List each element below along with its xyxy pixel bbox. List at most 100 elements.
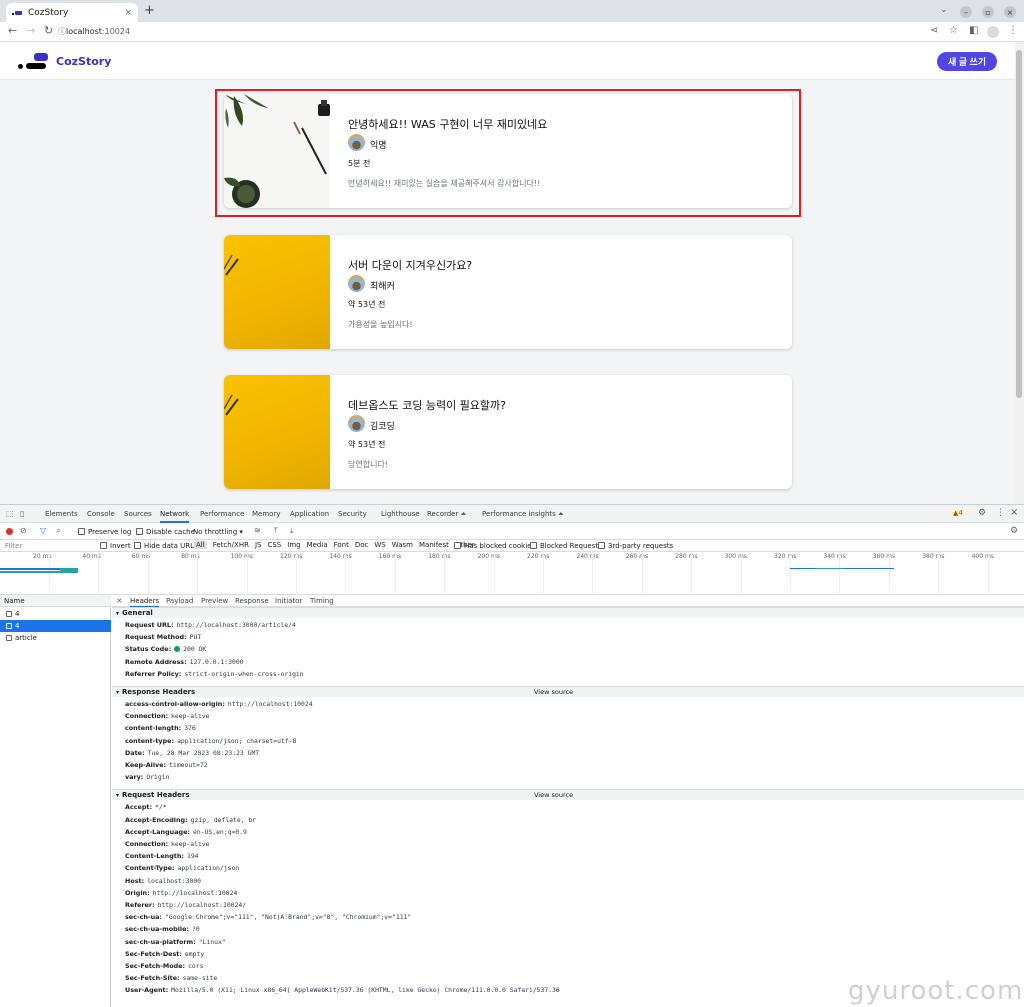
detail-tab-timing[interactable]: Timing [310,597,334,605]
timeline-tick-label: 380 ms [922,553,945,560]
devtools-tab-sources[interactable]: Sources [124,510,152,518]
header-row: Content-Type: application/json [125,864,239,872]
network-timeline[interactable]: 20 ms 40 ms 60 ms 80 ms 100 ms 120 ms 140 ms 16… [0,552,1024,595]
name-column-header[interactable]: Name [0,595,111,607]
devtools-tab-elements[interactable]: Elements [45,510,78,518]
record-icon[interactable] [6,528,13,535]
header-name: Accept: [125,803,153,812]
warning-badge[interactable]: ▲4 [950,509,966,517]
side-panel-icon[interactable]: ◧ [969,25,978,36]
filter-type-media[interactable]: Media [307,541,328,549]
tab-close-icon[interactable]: × [124,8,132,18]
window-restore-button[interactable]: ▫ [982,6,994,18]
header-name: sec-ch-ua-platform: [125,937,196,946]
third-party-checkbox[interactable]: 3rd-party requests [598,542,673,550]
disable-cache-checkbox[interactable]: Disable cache [136,528,195,536]
devtools-tab-memory[interactable]: Memory [252,510,280,518]
filter-type-wasm[interactable]: Wasm [392,541,413,549]
post-title[interactable]: 데브옵스도 코딩 능력이 필요할까? [348,397,506,413]
post-author: 최해커 [370,282,395,292]
post-card[interactable]: 서버 다운이 지겨우신가요? 최해커 약 53년 전 가용성을 높입시다! [224,235,792,349]
clear-icon[interactable]: ⊘ [20,526,27,535]
detail-close-icon[interactable]: × [116,596,123,605]
brand-name[interactable]: CozStory [56,55,111,68]
filter-type-font[interactable]: Font [334,541,349,549]
timeline-gridline [740,552,742,595]
site-info-icon[interactable]: ⓘ [58,26,66,37]
devtools-tab-network[interactable]: Network [160,510,190,523]
write-post-button[interactable]: 새 글 쓰기 [937,52,997,71]
view-source-link[interactable]: View source [534,688,573,696]
filter-input[interactable]: Filter [5,542,22,550]
tab-search-icon[interactable]: ⌄ [940,5,948,15]
filter-type-img[interactable]: Img [287,541,300,549]
filter-type-ws[interactable]: WS [374,541,385,549]
page-scrollbar-thumb[interactable] [1016,50,1022,398]
window-close-button[interactable]: × [1004,6,1016,18]
back-icon[interactable]: ← [8,24,17,37]
logo-icon[interactable] [18,51,50,71]
post-card[interactable]: 데브옵스도 코딩 능력이 필요할까? 김코딩 약 53년 전 당연합니다! [224,375,792,489]
filter-type-manifest[interactable]: Manifest [419,541,449,549]
request-row[interactable]: 4 [0,608,111,620]
network-conditions-icon[interactable]: ≋ [254,526,261,535]
header-value: 194 [186,852,199,861]
general-section-header[interactable]: ▾ General [112,607,1024,618]
search-icon[interactable]: ⌕ [56,526,60,536]
forward-icon[interactable]: → [26,24,35,37]
window-minimize-button[interactable]: – [960,6,972,18]
filter-bar: Filter Invert Hide data URLs All Fetch/XH… [0,540,1024,552]
filter-type-doc[interactable]: Doc [355,541,369,549]
filter-type-js[interactable]: JS [255,541,262,549]
bookmark-star-icon[interactable]: ☆ [949,25,958,36]
invert-checkbox[interactable]: Invert [100,542,131,550]
devtools-tab-recorder[interactable]: Recorder ⏶ [427,510,466,519]
filter-type-fetch-xhr[interactable]: Fetch/XHR [213,541,249,549]
request-row[interactable]: article [0,632,111,644]
timeline-tick-label: 160 ms [378,553,402,560]
devtools-tab-console[interactable]: Console [87,510,115,518]
preserve-log-checkbox[interactable]: Preserve log [78,528,131,536]
browser-tab[interactable]: CozStory × [6,3,138,22]
new-tab-button[interactable]: + [144,3,155,18]
filter-icon[interactable]: ▽ [40,526,46,535]
inspect-element-icon[interactable]: ⬚ [6,509,14,518]
throttling-select[interactable]: No throttling ▾ [193,528,243,536]
filter-type-all[interactable]: All [194,541,207,549]
has-blocked-cookies-checkbox[interactable]: Has blocked cookies [454,542,535,550]
devtools-close-icon[interactable]: × [1010,507,1018,518]
devtools-tab-application[interactable]: Application [290,510,329,518]
devtools-tab-lighthouse[interactable]: Lighthouse [381,510,420,518]
device-toolbar-icon[interactable]: ▯ [20,509,24,518]
share-icon[interactable]: ⋖ [930,25,938,36]
devtools-tab-performance[interactable]: Performance [200,510,244,518]
devtools-tab-performance-insights[interactable]: Performance insights ⏶ [482,510,564,519]
export-har-icon[interactable]: ⤓ [290,526,294,536]
header-row: Status Code: 200 OK [125,645,206,653]
profile-avatar-icon[interactable] [987,26,999,38]
timeline-gridline [493,552,495,595]
devtools-panel: ⬚ ▯ Elements Console Sources Network Perform… [0,504,1024,1007]
browser-menu-icon[interactable]: ⋮ [1008,25,1018,36]
import-har-icon[interactable]: ⤒ [274,526,278,536]
url-field[interactable]: localhost:10024 [66,27,130,36]
detail-tab-preview[interactable]: Preview [201,597,228,605]
post-title[interactable]: 서버 다운이 지겨우신가요? [348,257,472,273]
view-source-link[interactable]: View source [534,791,573,799]
detail-tab-payload[interactable]: Payload [166,597,193,605]
devtools-menu-icon[interactable]: ⋮ [996,508,1005,518]
blocked-requests-checkbox[interactable]: Blocked Requests [530,542,602,550]
timeline-gridline [888,552,890,595]
timeline-gridline [345,552,347,595]
request-row[interactable]: 4 [0,620,111,632]
filter-type-css[interactable]: CSS [267,541,281,549]
hide-data-urls-checkbox[interactable]: Hide data URLs [134,542,198,550]
header-value: keep-alive [171,712,210,721]
reload-icon[interactable]: ↻ [44,24,53,37]
header-row: access-control-allow-origin: http://local… [125,700,313,708]
devtools-tab-security[interactable]: Security [338,510,367,518]
detail-tab-response[interactable]: Response [235,597,269,605]
devtools-settings-icon[interactable]: ⚙ [978,508,986,518]
detail-tab-initiator[interactable]: Initiator [275,597,302,605]
network-settings-icon[interactable]: ⚙ [1010,526,1018,536]
